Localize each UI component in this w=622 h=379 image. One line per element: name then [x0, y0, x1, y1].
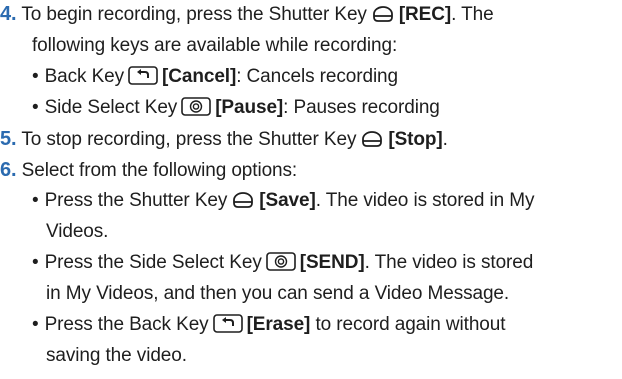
bullet-text: . The video is stored in My	[315, 190, 535, 211]
side-select-key-icon	[265, 252, 296, 271]
step-text: Select from the following options:	[21, 160, 298, 181]
step-4-line: 4. To begin recording, press the Shutter…	[0, 1, 494, 27]
bullet-text: Side Select Key	[44, 97, 178, 118]
step-text: To stop recording, press the Shutter Key	[21, 129, 357, 150]
step-6-bullet-2: • Press the Side Select Key [SEND]. The vi…	[32, 250, 533, 276]
bullet-symbol: •	[32, 97, 39, 118]
bullet-symbol: •	[32, 314, 39, 335]
step-6-bullet-3: • Press the Back Key [Erase] to record aga…	[32, 312, 506, 338]
key-label: [SEND]	[299, 252, 365, 273]
key-label: [Save]	[259, 190, 316, 211]
bullet-text: . The video is stored	[364, 252, 534, 273]
bullet-text: : Cancels recording	[236, 66, 398, 87]
step-6-bullet-1: • Press the Shutter Key [Save]. The video …	[32, 188, 535, 214]
bullet-text: Press the Side Select Key	[44, 252, 262, 273]
bullet-symbol: •	[32, 190, 39, 211]
step-4-continuation: following keys are available while recor…	[32, 35, 398, 56]
side-select-key-icon	[181, 97, 212, 116]
step-5-line: 5. To stop recording, press the Shutter …	[0, 126, 448, 152]
bullet-symbol: •	[32, 252, 39, 273]
key-label: [Stop]	[388, 129, 443, 150]
step-text: To begin recording, press the Shutter Ke…	[21, 4, 367, 25]
key-label: [Pause]	[215, 97, 284, 118]
bullet-text: : Pauses recording	[283, 97, 440, 118]
step-number: 6.	[0, 159, 17, 181]
bullet-text: Press the Shutter Key	[44, 190, 228, 211]
step-6-bullet-1-continuation: Videos.	[46, 221, 109, 242]
back-key-icon	[128, 66, 158, 85]
step-text: . The	[451, 4, 494, 25]
step-4-bullet-1: • Back Key [Cancel]: Cancels recording	[32, 64, 398, 90]
instruction-document: 4. To begin recording, press the Shutter…	[0, 0, 622, 379]
key-label: [REC]	[398, 4, 452, 25]
key-label: [Erase]	[246, 314, 311, 335]
step-6-bullet-2-continuation: in My Videos, and then you can send a Vi…	[46, 283, 510, 304]
step-6-line: 6. Select from the following options:	[0, 157, 297, 183]
bullet-text: Press the Back Key	[44, 314, 209, 335]
back-key-icon	[212, 314, 243, 333]
bullet-text: Back Key	[44, 66, 125, 87]
shutter-key-icon	[371, 5, 395, 23]
step-4-bullet-2: • Side Select Key [Pause]: Pauses recordin…	[32, 95, 440, 121]
shutter-key-icon	[231, 191, 255, 209]
step-6-bullet-3-continuation: saving the video.	[46, 345, 187, 366]
key-label: [Cancel]	[162, 66, 237, 87]
bullet-symbol: •	[32, 66, 39, 87]
shutter-key-icon	[360, 130, 384, 148]
bullet-text: to record again without	[310, 314, 506, 335]
step-number: 4.	[0, 3, 17, 25]
step-number: 5.	[0, 128, 17, 150]
step-text: .	[442, 129, 448, 150]
